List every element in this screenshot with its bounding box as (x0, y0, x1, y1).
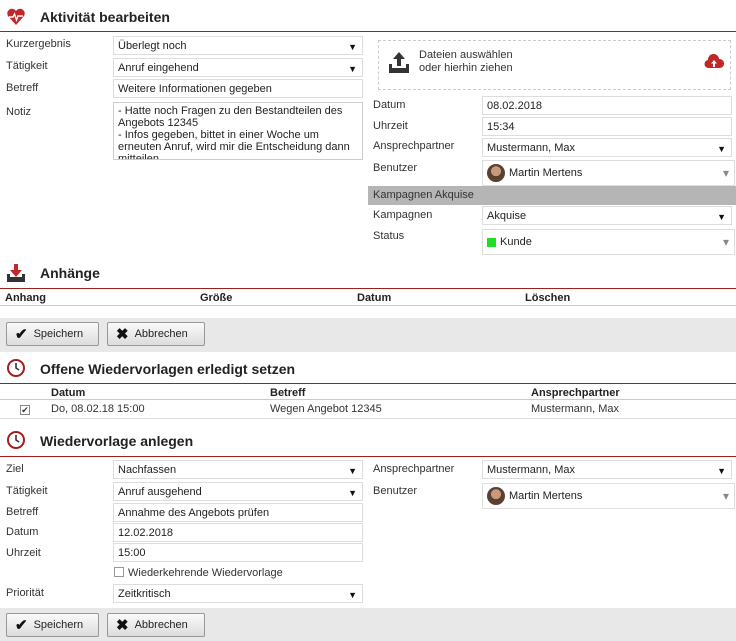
avatar (487, 164, 505, 183)
label-status: Status (373, 230, 405, 242)
col-datum: Datum (357, 292, 392, 304)
col-ansprechpartner: Ansprechpartner (531, 387, 620, 399)
row-ansprechpartner: Mustermann, Max (531, 403, 620, 415)
table-row: ✔ Do, 08.02.18 15:00 Wegen Angebot 12345… (0, 400, 736, 418)
divider (0, 305, 736, 306)
label-ansprechpartner: Ansprechpartner (373, 140, 455, 152)
betreff-input[interactable]: Weitere Informationen gegeben (113, 79, 363, 98)
recurring-checkbox[interactable] (114, 567, 124, 577)
ziel-select[interactable]: Nachfassen (113, 460, 363, 479)
section-title-attachments: Anhänge (40, 265, 100, 281)
uhrzeit-input[interactable]: 15:00 (113, 543, 363, 562)
col-loeschen: Löschen (525, 292, 571, 304)
kampagnen-select[interactable]: Akquise (482, 206, 732, 225)
label-prioritaet: Priorität (6, 587, 44, 599)
divider (0, 31, 736, 32)
check-icon: ✔ (15, 326, 28, 343)
ansprechpartner-select[interactable]: Mustermann, Max (482, 460, 732, 479)
status-value: Kunde (500, 236, 532, 248)
ansprechpartner-select[interactable]: Mustermann, Max (482, 138, 732, 157)
campaign-header: Kampagnen Akquise (368, 186, 736, 205)
datum-input[interactable]: 08.02.2018 (482, 96, 732, 115)
label-betreff: Betreff (6, 82, 39, 94)
datum-input[interactable]: 12.02.2018 (113, 523, 363, 542)
label-taetigkeit: Tätigkeit (6, 60, 48, 72)
close-icon: ✖ (116, 617, 129, 634)
label-benutzer: Benutzer (373, 162, 418, 174)
uhrzeit-input[interactable]: 15:34 (482, 117, 732, 136)
label-kurzergebnis: Kurzergebnis (6, 38, 71, 50)
upload-icon (389, 52, 409, 73)
save-button[interactable]: ✔ Speichern (6, 613, 99, 637)
label-benutzer: Benutzer (373, 485, 418, 497)
recurring-label: Wiederkehrende Wiedervorlage (128, 567, 283, 579)
col-datum: Datum (51, 387, 86, 399)
label-datum: Datum (6, 526, 39, 538)
label-notiz: Notiz (6, 106, 32, 118)
section-title-open-followups: Offene Wiedervorlagen erledigt setzen (40, 361, 296, 377)
notiz-textarea[interactable]: - Hatte noch Fragen zu den Bestandteilen… (113, 102, 363, 160)
col-betreff: Betreff (270, 387, 306, 399)
clock-icon (7, 359, 25, 377)
cancel-button[interactable]: ✖ Abbrechen (107, 322, 205, 346)
upload-text-line1: Dateien auswählen (419, 49, 513, 61)
label-kampagnen: Kampagnen (373, 209, 433, 221)
file-upload-dropzone[interactable]: Dateien auswählen oder hierhin ziehen (378, 40, 731, 90)
label-datum: Datum (373, 99, 406, 111)
prioritaet-select[interactable]: Zeitkritisch (113, 584, 363, 603)
save-button[interactable]: ✔ Speichern (6, 322, 99, 346)
cancel-button[interactable]: ✖ Abbrechen (107, 613, 205, 637)
taetigkeit-select[interactable]: Anruf ausgehend (113, 482, 363, 501)
done-checkbox[interactable]: ✔ (20, 405, 30, 415)
benutzer-select[interactable]: Martin Mertens (482, 160, 735, 186)
row-datum: Do, 08.02.18 15:00 (51, 403, 145, 415)
check-icon: ✔ (15, 617, 28, 634)
cancel-button-label: Abbrechen (134, 619, 188, 631)
label-uhrzeit: Uhrzeit (373, 120, 408, 132)
cancel-button-label: Abbrechen (134, 328, 188, 340)
download-tray-icon (7, 264, 25, 282)
benutzer-value: Martin Mertens (509, 490, 583, 502)
save-button-label: Speichern (33, 619, 84, 631)
divider (0, 456, 736, 457)
cloud-upload-icon[interactable] (704, 54, 724, 69)
kurzergebnis-select[interactable]: Überlegt noch (113, 36, 363, 55)
label-ziel: Ziel (6, 463, 24, 475)
benutzer-value: Martin Mertens (509, 167, 583, 179)
save-button-label: Speichern (33, 328, 84, 340)
avatar (487, 487, 505, 506)
upload-text-line2: oder hierhin ziehen (419, 62, 513, 74)
col-anhang: Anhang (5, 292, 46, 304)
betreff-input[interactable]: Annahme des Angebots prüfen (113, 503, 363, 522)
label-ansprechpartner: Ansprechpartner (373, 463, 455, 475)
label-taetigkeit: Tätigkeit (6, 485, 48, 497)
section-title-activity: Aktivität bearbeiten (40, 9, 170, 25)
label-betreff: Betreff (6, 506, 39, 518)
divider (0, 383, 736, 384)
label-uhrzeit: Uhrzeit (6, 547, 41, 559)
benutzer-select[interactable]: Martin Mertens (482, 483, 735, 509)
divider (0, 288, 736, 289)
clock-icon (7, 431, 25, 449)
close-icon: ✖ (116, 326, 129, 343)
heart-pulse-icon (7, 8, 25, 26)
row-betreff: Wegen Angebot 12345 (270, 403, 382, 415)
status-color-dot (487, 237, 496, 247)
divider (0, 418, 736, 419)
taetigkeit-select[interactable]: Anruf eingehend (113, 58, 363, 77)
section-title-create-followup: Wiedervorlage anlegen (40, 433, 194, 449)
status-select[interactable]: Kunde (482, 229, 735, 255)
col-groesse: Größe (200, 292, 233, 304)
